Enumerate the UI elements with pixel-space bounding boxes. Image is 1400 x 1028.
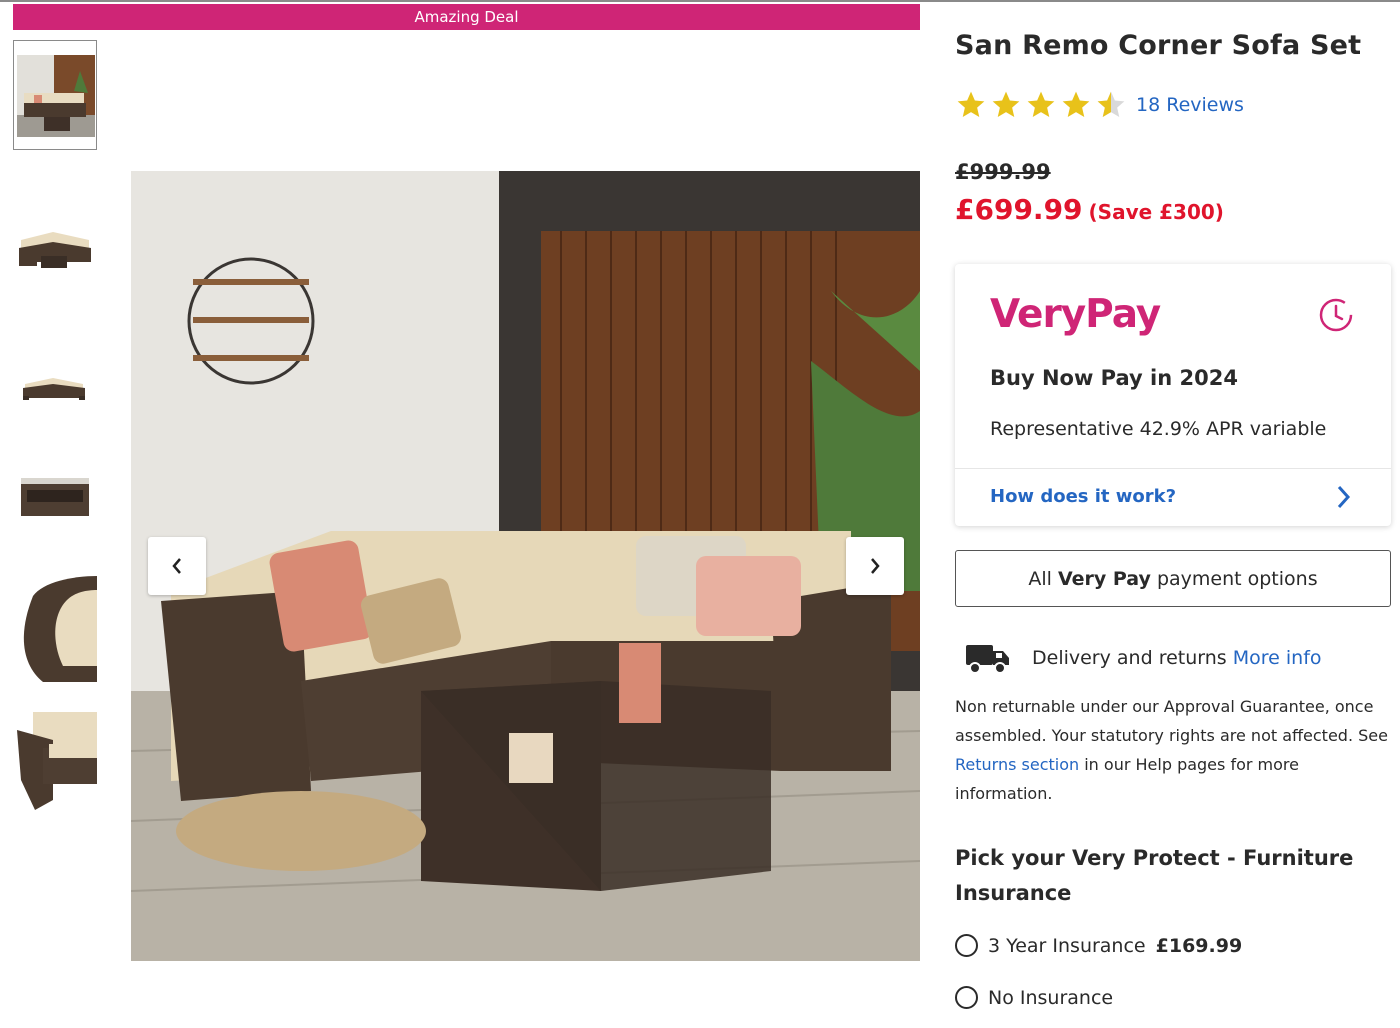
insurance-option-label: 3 Year Insurance [988, 934, 1146, 957]
radio-button[interactable] [955, 986, 978, 1009]
all-payment-options-button[interactable]: All Very Pay payment options [955, 550, 1391, 607]
chevron-right-icon[interactable] [1335, 484, 1353, 510]
returns-section-link[interactable]: Returns section [955, 755, 1079, 774]
insurance-option-label: No Insurance [988, 986, 1114, 1009]
half-star-icon [1097, 91, 1125, 117]
star-icon [1062, 91, 1090, 117]
payment-options-prefix: All [1028, 567, 1052, 590]
star-rating [955, 89, 1127, 121]
insurance-option-price: £169.99 [1155, 934, 1243, 957]
thumbnail-chair[interactable] [13, 710, 97, 816]
star-icon [1027, 91, 1055, 117]
star-icon [992, 91, 1020, 117]
was-price: £999.99 [955, 160, 1051, 184]
more-info-link[interactable]: More info [1233, 647, 1322, 669]
verypay-heading: Buy Now Pay in 2024 [990, 366, 1238, 390]
main-product-image [131, 171, 920, 961]
delivery-label: Delivery and returns [1032, 647, 1227, 669]
delivery-returns-label: Delivery and returns More info [1032, 647, 1322, 669]
protect-heading: Pick your Very Protect - Furniture Insur… [955, 846, 1354, 905]
now-price: £699.99 [955, 193, 1083, 226]
product-title: San Remo Corner Sofa Set [955, 30, 1362, 61]
verypay-apr: Representative 42.9% APR variable [990, 418, 1327, 440]
top-divider [0, 0, 1400, 2]
returns-text-1: Non returnable under our Approval Guaran… [955, 697, 1388, 745]
thumbnail-coffee-table[interactable] [13, 470, 97, 530]
chevron-left-icon [172, 558, 181, 574]
thumbnail-sofa-set[interactable] [13, 218, 97, 280]
chevron-right-icon [871, 558, 880, 574]
delivery-icon-wrap [965, 641, 1011, 675]
gallery-prev-button[interactable] [148, 537, 206, 595]
payment-options-suffix: payment options [1156, 567, 1318, 590]
returns-policy-text: Non returnable under our Approval Guaran… [955, 692, 1395, 808]
now-price-row: £699.99 (Save £300) [955, 193, 1224, 226]
thumbnail-arm-detail[interactable] [13, 576, 97, 682]
thumbnail-lifestyle[interactable] [13, 40, 97, 150]
how-does-it-work-link[interactable]: How does it work? [990, 486, 1176, 507]
payment-options-brand: Very Pay [1057, 567, 1151, 590]
deal-banner: Amazing Deal [13, 4, 920, 30]
reviews-link[interactable]: 18 Reviews [1136, 94, 1244, 116]
save-amount: (Save £300) [1088, 200, 1224, 224]
radio-button[interactable] [955, 934, 978, 957]
verypay-card: VeryPay Buy Now Pay in 2024 Representati… [955, 264, 1391, 526]
insurance-option-none[interactable]: No Insurance [955, 986, 1113, 1009]
gallery-next-button[interactable] [846, 537, 904, 595]
insurance-option-3-year[interactable]: 3 Year Insurance £169.99 [955, 934, 1242, 957]
clock-icon [1319, 298, 1353, 332]
thumbnail-corner-sofa[interactable] [13, 358, 97, 414]
truck-icon [966, 645, 1009, 674]
verypay-divider [955, 468, 1391, 469]
verypay-logo: VeryPay [990, 292, 1161, 337]
star-icon [957, 91, 985, 117]
